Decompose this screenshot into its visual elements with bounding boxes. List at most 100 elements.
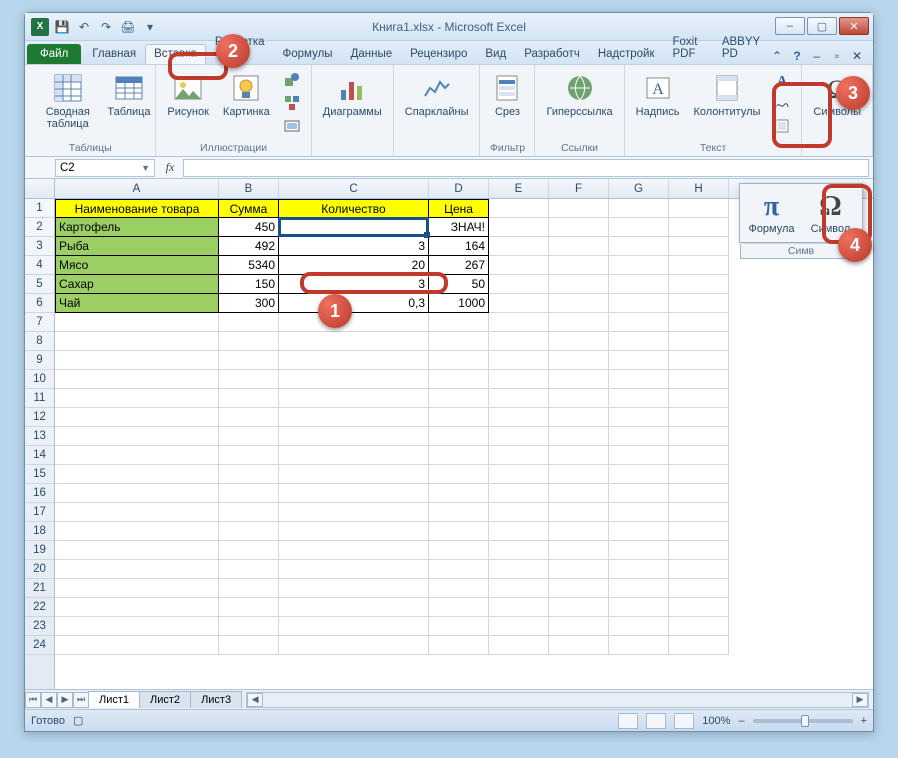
cell-D20[interactable] xyxy=(429,560,489,579)
cell-D16[interactable] xyxy=(429,484,489,503)
cell-B20[interactable] xyxy=(219,560,279,579)
cell-D19[interactable] xyxy=(429,541,489,560)
sheet-nav-first[interactable]: ⏮ xyxy=(25,692,41,708)
cell-E5[interactable] xyxy=(489,275,549,294)
cell-A24[interactable] xyxy=(55,636,219,655)
row-header-17[interactable]: 17 xyxy=(25,503,54,522)
cell-H6[interactable] xyxy=(669,294,729,313)
cell-H21[interactable] xyxy=(669,579,729,598)
symbols-button[interactable]: ΩСимволы xyxy=(808,69,866,121)
cell-F4[interactable] xyxy=(549,256,609,275)
cell-C19[interactable] xyxy=(279,541,429,560)
cell-G8[interactable] xyxy=(609,332,669,351)
cell-D17[interactable] xyxy=(429,503,489,522)
cell-G2[interactable] xyxy=(609,218,669,237)
cell-C12[interactable] xyxy=(279,408,429,427)
cell-F10[interactable] xyxy=(549,370,609,389)
cell-G19[interactable] xyxy=(609,541,669,560)
cell-A19[interactable] xyxy=(55,541,219,560)
cell-H18[interactable] xyxy=(669,522,729,541)
qat-customize-button[interactable]: ▾ xyxy=(141,18,159,36)
row-header-2[interactable]: 2 xyxy=(25,218,54,237)
cell-C21[interactable] xyxy=(279,579,429,598)
ribbon-tab-разработч[interactable]: Разработч xyxy=(515,44,589,64)
macro-record-icon[interactable]: ▢ xyxy=(73,714,83,727)
sheet-nav-last[interactable]: ⏭ xyxy=(73,692,89,708)
mdi-min-button[interactable]: – xyxy=(809,48,825,64)
ribbon-tab-вид[interactable]: Вид xyxy=(476,44,515,64)
sparklines-button[interactable]: Спарклайны xyxy=(400,69,474,121)
ribbon-tab-данные[interactable]: Данные xyxy=(342,44,402,64)
cell-E15[interactable] xyxy=(489,465,549,484)
cell-E17[interactable] xyxy=(489,503,549,522)
cell-G24[interactable] xyxy=(609,636,669,655)
cell-B13[interactable] xyxy=(219,427,279,446)
cell-C16[interactable] xyxy=(279,484,429,503)
cell-C6[interactable]: 0,3 xyxy=(279,294,429,313)
cell-G17[interactable] xyxy=(609,503,669,522)
cell-C8[interactable] xyxy=(279,332,429,351)
row-header-5[interactable]: 5 xyxy=(25,275,54,294)
cell-F12[interactable] xyxy=(549,408,609,427)
cell-H17[interactable] xyxy=(669,503,729,522)
cell-G1[interactable] xyxy=(609,199,669,218)
cell-B2[interactable]: 450 xyxy=(219,218,279,237)
cell-B23[interactable] xyxy=(219,617,279,636)
cell-B4[interactable]: 5340 xyxy=(219,256,279,275)
clipart-button[interactable]: Картинка xyxy=(218,69,275,121)
cell-F11[interactable] xyxy=(549,389,609,408)
cell-E1[interactable] xyxy=(489,199,549,218)
smartart-button[interactable] xyxy=(279,92,305,114)
cell-F7[interactable] xyxy=(549,313,609,332)
object-button[interactable] xyxy=(769,115,795,137)
cell-F19[interactable] xyxy=(549,541,609,560)
cell-G20[interactable] xyxy=(609,560,669,579)
cell-B6[interactable]: 300 xyxy=(219,294,279,313)
cell-G5[interactable] xyxy=(609,275,669,294)
cell-H24[interactable] xyxy=(669,636,729,655)
row-header-7[interactable]: 7 xyxy=(25,313,54,332)
cell-G6[interactable] xyxy=(609,294,669,313)
cell-C15[interactable] xyxy=(279,465,429,484)
horizontal-scrollbar[interactable]: ◀ ▶ xyxy=(246,692,869,708)
cell-F18[interactable] xyxy=(549,522,609,541)
cell-B5[interactable]: 150 xyxy=(219,275,279,294)
cell-B10[interactable] xyxy=(219,370,279,389)
cell-D1[interactable]: Цена xyxy=(429,199,489,218)
cell-C4[interactable]: 20 xyxy=(279,256,429,275)
cell-C13[interactable] xyxy=(279,427,429,446)
cell-C20[interactable] xyxy=(279,560,429,579)
cell-G18[interactable] xyxy=(609,522,669,541)
picture-button[interactable]: Рисунок xyxy=(162,69,214,121)
select-all-corner[interactable] xyxy=(25,179,55,198)
row-header-21[interactable]: 21 xyxy=(25,579,54,598)
cell-B16[interactable] xyxy=(219,484,279,503)
cell-D22[interactable] xyxy=(429,598,489,617)
sheet-tab-Лист1[interactable]: Лист1 xyxy=(88,691,140,708)
cell-F22[interactable] xyxy=(549,598,609,617)
cell-C24[interactable] xyxy=(279,636,429,655)
cell-D11[interactable] xyxy=(429,389,489,408)
charts-button[interactable]: Диаграммы xyxy=(318,69,387,121)
cell-E22[interactable] xyxy=(489,598,549,617)
sheet-tab-Лист2[interactable]: Лист2 xyxy=(139,691,191,708)
cell-D3[interactable]: 164 xyxy=(429,237,489,256)
cell-E12[interactable] xyxy=(489,408,549,427)
cell-D12[interactable] xyxy=(429,408,489,427)
cell-H11[interactable] xyxy=(669,389,729,408)
row-header-19[interactable]: 19 xyxy=(25,541,54,560)
cell-B18[interactable] xyxy=(219,522,279,541)
cell-H5[interactable] xyxy=(669,275,729,294)
sigline-button[interactable] xyxy=(769,92,795,114)
headerfooter-button[interactable]: Колонтитулы xyxy=(688,69,765,121)
symbol-button[interactable]: Ω Символ xyxy=(803,188,858,238)
cell-E16[interactable] xyxy=(489,484,549,503)
cell-E11[interactable] xyxy=(489,389,549,408)
cell-B11[interactable] xyxy=(219,389,279,408)
cell-B14[interactable] xyxy=(219,446,279,465)
col-header-G[interactable]: G xyxy=(609,179,669,198)
cell-A13[interactable] xyxy=(55,427,219,446)
cell-D2[interactable]: ЗНАЧ! xyxy=(429,218,489,237)
cell-G9[interactable] xyxy=(609,351,669,370)
cell-A7[interactable] xyxy=(55,313,219,332)
